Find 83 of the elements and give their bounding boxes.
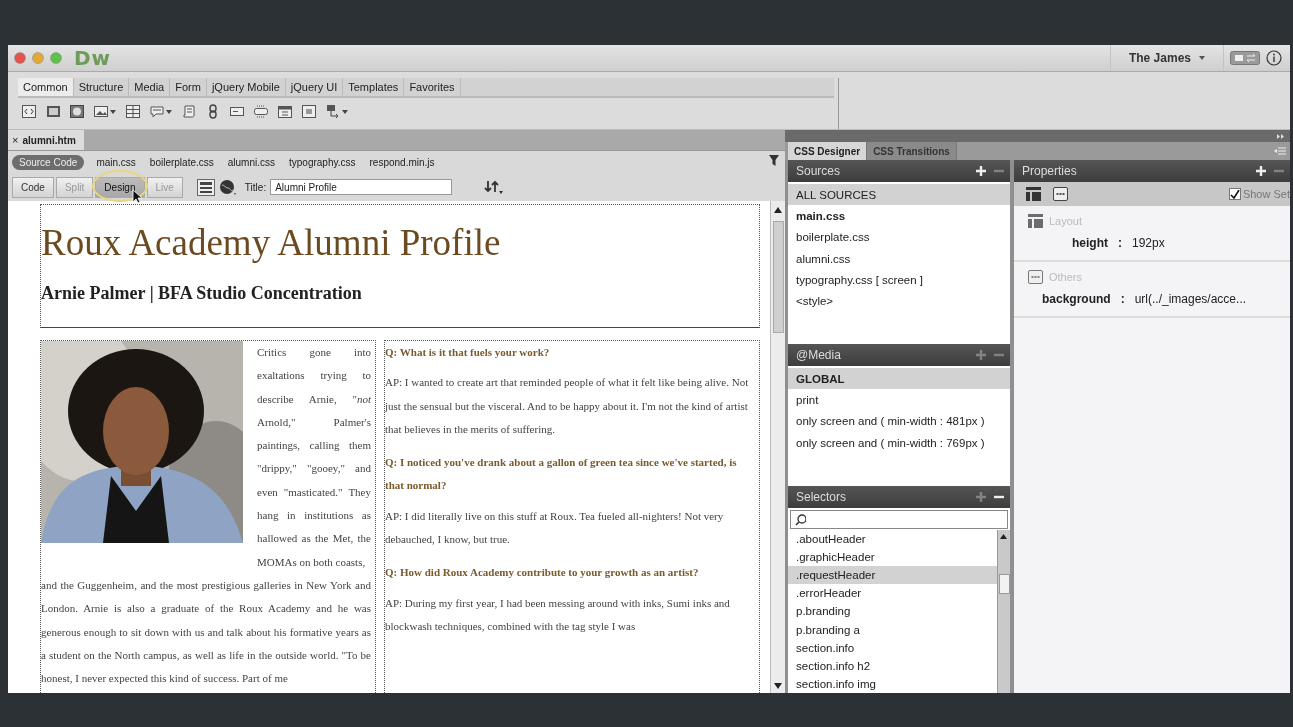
page-heading: Roux Academy Alumni Profile [41,221,502,265]
check-icon [1229,189,1240,199]
expand-icon[interactable] [1277,133,1284,139]
scrollbar[interactable] [770,201,785,693]
related-file-link[interactable]: Source Code [12,154,85,170]
film-icon[interactable] [46,104,60,119]
document-tab[interactable]: × alumni.htm [8,130,84,150]
separator: : [1120,292,1125,306]
interview-question: Q: How did Roux Academy contribute to your growth as an artist? [385,565,700,581]
panel-title: @Media [796,348,842,362]
close-icon[interactable]: × [12,134,19,146]
related-file-link[interactable]: typography.css [287,155,358,169]
view-button[interactable]: Design [95,176,145,198]
app-logo: Dw [74,46,112,70]
picture-icon[interactable] [70,104,84,119]
interview-answer: AP: During my first year, I had been messing around with inks, Sumi inks and blockwash techniques, combined with the tag style I was [385,595,731,634]
title-field[interactable]: Alumni Profile [270,179,453,195]
file-transfer-icon[interactable] [484,179,505,195]
view-button[interactable]: Code [12,176,54,198]
frame-icon[interactable] [302,104,316,119]
plus-icon[interactable] [976,166,986,176]
intro-paragraph: Critics gone into exaltations trying to describe Arnie, "not Arnold," Palmer's paintings, calling them "drippy," "gooey," and even "masticated." They hang in institutions as hallowed as the Met, the MOMAs on both coasts, [257,345,371,570]
related-file-link[interactable]: alumni.css [225,155,277,169]
panel-tab[interactable]: CSS Transitions [867,142,957,160]
scrollbar[interactable] [997,530,1010,693]
related-file-link[interactable]: boilerplate.css [147,155,216,169]
plus-icon[interactable] [1256,166,1266,176]
speech-bubble-icon[interactable] [150,104,164,119]
scroll-up-icon[interactable] [1000,534,1007,539]
table-icon[interactable] [126,104,140,119]
panel-title: Properties [1022,164,1078,178]
code-box-icon[interactable] [22,104,36,119]
calendar-icon[interactable] [278,104,292,119]
scrollbar-thumb[interactable] [773,221,784,333]
link-icon[interactable] [206,104,220,119]
text-field-icon[interactable] [230,104,244,119]
search-icon [795,513,806,526]
user-menu[interactable]: The James [1109,45,1224,71]
caret-icon[interactable] [166,109,172,114]
property-name: height [1072,236,1108,250]
more-icon [1028,270,1043,284]
list-item[interactable]: .requestHeader [788,566,997,585]
page-subheading: Arnie Palmer | BFA Studio Concentration [41,283,363,304]
interview-answer: AP: I did literally live on this stuff at Roux. Tea fueled all-nighters! Not very debauched, I know, but true. [385,508,725,548]
related-file-link[interactable]: main.css [94,155,138,169]
panel-tab[interactable]: CSS Designer [788,142,868,160]
related-file-link[interactable]: respond.min.js [367,155,437,169]
layout-icon [1028,214,1043,228]
close-icon[interactable] [14,52,26,64]
separator: : [1118,236,1122,250]
info-icon[interactable] [1266,50,1282,66]
caret-icon [1199,56,1205,60]
property-value[interactable]: 192px [1132,236,1165,250]
caret-icon[interactable] [110,109,116,114]
button-icon[interactable] [254,104,268,119]
form-icon[interactable] [326,104,340,119]
title-label: Title: [244,181,267,193]
interview-answer: AP: I wanted to create art that reminded people of what it felt like being alive. Not just the sensual but the visceral. And to be happy about it. I'm not the kind of artist that believes in the merits of suffering. [385,375,750,437]
scroll-icon[interactable] [182,104,196,119]
interview-question: Q: I noticed you've drank about a gallon of green tea since we've started, is that normal? [385,455,738,494]
scroll-up-icon[interactable] [774,207,782,213]
more-icon[interactable] [1053,187,1068,201]
insert-tab[interactable]: Common [18,78,74,96]
intro-paragraph: and the Guggenheim, and the most prestigious galleries in New York and London. Arnie is also a graduate of the Roux Academy and he was generous enough to sit down with us and talk about his formative years as a student on the North campus, as well as life in the outside world. "To be honest, I never expected this kind of success. Part of me [41,577,371,687]
scrollbar-thumb[interactable] [999,574,1010,594]
multiscreen-icon[interactable] [196,178,215,196]
property-value[interactable]: url(../_images/acce... [1134,292,1247,306]
section-title: Others [1049,271,1082,283]
list-item[interactable]: GLOBAL [788,368,1010,390]
panel-title: Selectors [796,490,848,504]
caret-icon[interactable] [342,109,348,114]
sync-settings-icon[interactable] [1230,51,1260,65]
scroll-down-icon[interactable] [774,683,782,689]
image-icon[interactable] [94,104,108,119]
list-item[interactable]: ALL SOURCES [788,184,1010,206]
interview-question: Q: What is it that fuels your work? [385,345,551,360]
filter-icon[interactable] [769,155,779,166]
layout-icon[interactable] [1026,187,1041,201]
search-field[interactable] [790,510,1008,529]
panel-title: Sources [796,164,842,178]
globe-icon[interactable] [218,178,237,196]
section-title: Layout [1049,215,1083,227]
property-name: background [1042,292,1111,306]
